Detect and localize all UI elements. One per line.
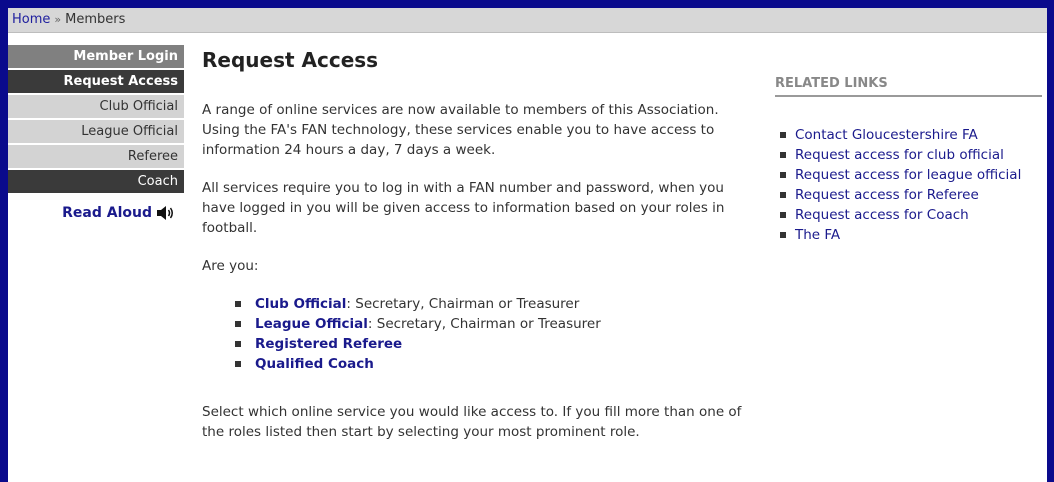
main-content: Request Access A range of online service… xyxy=(202,48,742,460)
related-link-league-official[interactable]: Request access for league official xyxy=(795,167,1021,183)
list-item: Club Official: Secretary, Chairman or Tr… xyxy=(235,294,742,314)
related-link-club-official[interactable]: Request access for club official xyxy=(795,147,1004,163)
list-item: Request access for Coach xyxy=(775,205,1043,225)
breadcrumb-separator: » xyxy=(54,13,62,26)
breadcrumb-current: Members xyxy=(65,12,126,27)
qualified-coach-link[interactable]: Qualified Coach xyxy=(255,356,374,372)
list-item: Contact Gloucestershire FA xyxy=(775,125,1043,145)
registered-referee-link[interactable]: Registered Referee xyxy=(255,336,402,352)
related-link-referee[interactable]: Request access for Referee xyxy=(795,187,979,203)
read-aloud-button[interactable]: Read Aloud xyxy=(8,205,184,221)
related-links-panel: RELATED LINKS Contact Gloucestershire FA… xyxy=(775,76,1043,245)
sidebar-item-referee[interactable]: Referee xyxy=(8,145,184,168)
window-frame-right xyxy=(1047,0,1054,482)
related-links-list: Contact Gloucestershire FA Request acces… xyxy=(775,125,1043,245)
window-frame-top xyxy=(0,0,1054,8)
related-links-heading: RELATED LINKS xyxy=(775,76,1042,97)
related-link-contact-gloucestershire-fa[interactable]: Contact Gloucestershire FA xyxy=(795,127,978,143)
breadcrumb: Home » Members xyxy=(8,8,1047,33)
list-item: League Official: Secretary, Chairman or … xyxy=(235,314,742,334)
window-frame-left xyxy=(0,0,8,482)
role-detail: : Secretary, Chairman or Treasurer xyxy=(346,296,580,312)
list-item: Registered Referee xyxy=(235,334,742,354)
sidebar-item-request-access[interactable]: Request Access xyxy=(8,70,184,93)
speaker-icon xyxy=(157,206,173,220)
page-title: Request Access xyxy=(202,48,379,72)
sidebar-item-league-official[interactable]: League Official xyxy=(8,120,184,143)
list-item: Request access for club official xyxy=(775,145,1043,165)
related-link-the-fa[interactable]: The FA xyxy=(795,227,840,243)
role-detail: : Secretary, Chairman or Treasurer xyxy=(367,316,601,332)
list-item: Qualified Coach xyxy=(235,354,742,374)
roles-list: Club Official: Secretary, Chairman or Tr… xyxy=(202,294,742,374)
login-paragraph: All services require you to log in with … xyxy=(202,180,725,236)
sidebar-item-member-login[interactable]: Member Login xyxy=(8,45,184,68)
question-text: Are you: xyxy=(202,258,259,274)
club-official-link[interactable]: Club Official xyxy=(255,296,346,312)
sidebar-item-club-official[interactable]: Club Official xyxy=(8,95,184,118)
selection-paragraph: Select which online service you would li… xyxy=(202,404,742,440)
read-aloud-label: Read Aloud xyxy=(62,205,152,221)
sidebar-item-coach[interactable]: Coach xyxy=(8,170,184,193)
intro-paragraph: A range of online services are now avail… xyxy=(202,102,719,158)
sidebar: Member Login Request Access Club Officia… xyxy=(8,45,184,221)
list-item: Request access for league official xyxy=(775,165,1043,185)
related-link-coach[interactable]: Request access for Coach xyxy=(795,207,969,223)
breadcrumb-home-link[interactable]: Home xyxy=(12,12,50,27)
league-official-link[interactable]: League Official xyxy=(255,316,368,332)
list-item: Request access for Referee xyxy=(775,185,1043,205)
list-item: The FA xyxy=(775,225,1043,245)
